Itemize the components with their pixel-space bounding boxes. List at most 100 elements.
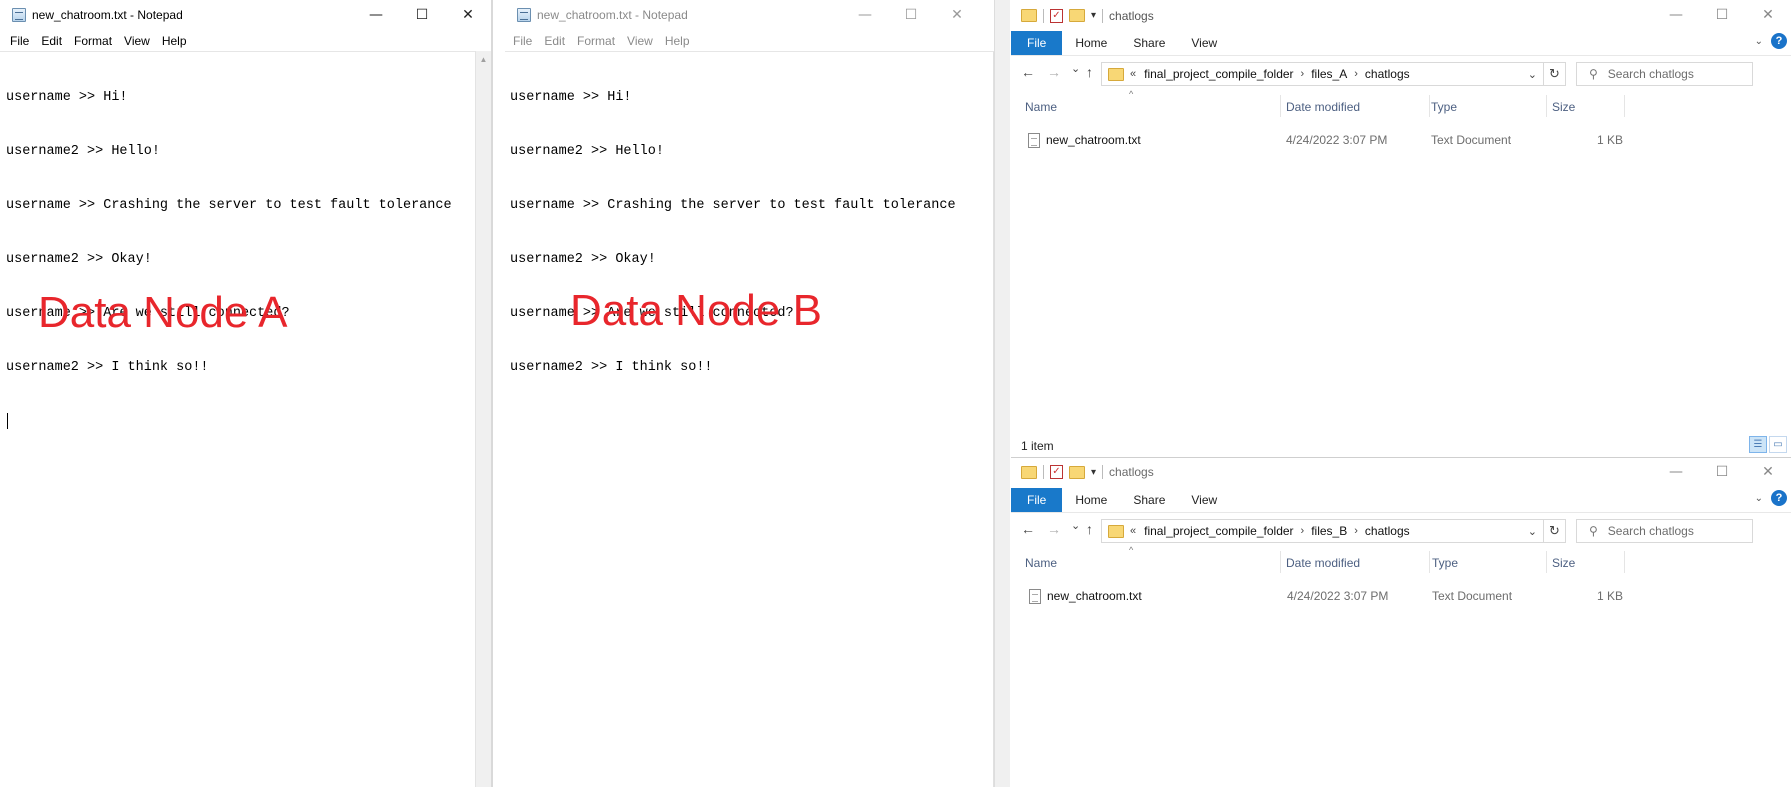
back-icon[interactable]: ← [1021,521,1035,537]
column-divider[interactable] [1429,551,1430,573]
overflow-icon[interactable]: « [1130,525,1136,537]
folder-icon[interactable] [1021,465,1037,479]
file-row[interactable]: new_chatroom.txt 4/24/2022 3:07 PM Text … [1011,585,1791,607]
close-button[interactable]: ✕ [934,0,980,30]
text-line: username2 >> Hello! [6,144,160,159]
text-editor[interactable]: username >> Hi! username2 >> Hello! user… [0,51,475,787]
tab-file[interactable]: File [1011,31,1063,55]
column-divider[interactable] [1624,551,1625,573]
minimize-button[interactable]: — [842,0,888,30]
breadcrumb-item[interactable]: chatlogs [1365,67,1410,81]
recent-locations-icon[interactable]: ⌄ [1071,519,1080,532]
tab-share[interactable]: Share [1120,31,1178,55]
close-button[interactable]: ✕ [445,0,491,30]
forward-icon[interactable]: → [1047,521,1061,537]
breadcrumb-item[interactable]: files_A [1311,67,1347,81]
text-editor[interactable]: username >> Hi! username2 >> Hello! user… [505,51,994,787]
overflow-icon[interactable]: « [1130,68,1136,80]
vertical-scrollbar[interactable]: ▲ [475,51,491,787]
tab-file[interactable]: File [1011,488,1063,512]
menu-help[interactable]: Help [659,34,696,48]
expand-ribbon-icon[interactable]: ⌄ [1755,493,1763,504]
notepad-app-icon[interactable] [517,8,531,22]
column-divider[interactable] [1624,95,1625,117]
back-icon[interactable]: ← [1021,64,1035,80]
menu-file[interactable]: File [507,34,538,48]
search-input[interactable]: ⚲ Search chatlogs [1576,519,1753,543]
chevron-right-icon[interactable]: › [1354,68,1358,80]
file-row[interactable]: new_chatroom.txt 4/24/2022 3:07 PM Text … [1011,129,1791,151]
new-folder-icon[interactable] [1069,9,1085,22]
menu-view[interactable]: View [621,34,659,48]
menu-file[interactable]: File [4,34,35,48]
large-icons-view-icon[interactable]: ▭ [1769,436,1787,453]
chevron-down-icon[interactable]: ⌄ [1528,525,1537,538]
file-name[interactable]: new_chatroom.txt [1029,585,1142,607]
column-divider[interactable] [1546,551,1547,573]
properties-icon[interactable]: ✓ [1050,8,1063,23]
maximize-button[interactable]: ☐ [399,0,445,30]
details-view-icon[interactable]: ☰ [1749,436,1767,453]
tab-home[interactable]: Home [1062,31,1120,55]
column-divider[interactable] [1429,95,1430,117]
help-icon[interactable]: ? [1771,490,1787,506]
breadcrumb-item[interactable]: final_project_compile_folder [1144,524,1293,538]
recent-locations-icon[interactable]: ⌄ [1071,62,1080,75]
column-size[interactable]: Size [1552,553,1575,573]
close-button[interactable]: ✕ [1745,0,1791,30]
chevron-right-icon[interactable]: › [1354,525,1358,537]
chevron-right-icon[interactable]: › [1301,68,1305,80]
file-name[interactable]: new_chatroom.txt [1028,129,1141,151]
refresh-button[interactable]: ↻ [1544,62,1566,86]
expand-ribbon-icon[interactable]: ⌄ [1755,36,1763,47]
menu-help[interactable]: Help [156,34,193,48]
tab-share[interactable]: Share [1120,488,1178,512]
column-divider[interactable] [1280,95,1281,117]
maximize-button[interactable]: ☐ [888,0,934,30]
chevron-down-icon[interactable]: ⌄ [1528,68,1537,81]
help-icon[interactable]: ? [1771,33,1787,49]
notepad-app-icon[interactable] [12,8,26,22]
new-folder-icon[interactable] [1069,465,1085,479]
menu-view[interactable]: View [118,34,156,48]
breadcrumb-item[interactable]: final_project_compile_folder [1144,67,1293,81]
column-divider[interactable] [1546,95,1547,117]
column-size[interactable]: Size [1552,97,1575,117]
menu-edit[interactable]: Edit [538,34,571,48]
tab-view[interactable]: View [1178,31,1230,55]
column-type[interactable]: Type [1432,553,1458,573]
menu-format[interactable]: Format [68,34,118,48]
minimize-button[interactable]: — [353,0,399,30]
minimize-button[interactable]: — [1653,0,1699,30]
column-name[interactable]: Name [1025,553,1057,573]
close-button[interactable]: ✕ [1745,458,1791,486]
search-input[interactable]: ⚲ Search chatlogs [1576,62,1753,86]
menu-edit[interactable]: Edit [35,34,68,48]
address-bar[interactable]: « final_project_compile_folder › files_A… [1101,62,1544,86]
maximize-button[interactable]: ☐ [1699,458,1745,486]
column-date-modified[interactable]: Date modified [1286,553,1360,573]
customize-toolbar-icon[interactable]: ▾ [1091,467,1096,478]
tab-home[interactable]: Home [1062,488,1120,512]
menu-format[interactable]: Format [571,34,621,48]
properties-icon[interactable]: ✓ [1050,465,1063,479]
column-date-modified[interactable]: Date modified [1286,97,1360,117]
chevron-right-icon[interactable]: › [1301,525,1305,537]
text-line: username2 >> Okay! [510,252,656,267]
forward-icon[interactable]: → [1047,64,1061,80]
up-icon[interactable]: ↑ [1086,521,1093,537]
refresh-button[interactable]: ↻ [1544,519,1566,543]
customize-toolbar-icon[interactable]: ▾ [1091,10,1096,21]
tab-view[interactable]: View [1178,488,1230,512]
breadcrumb-item[interactable]: chatlogs [1365,524,1410,538]
column-type[interactable]: Type [1431,97,1457,117]
maximize-button[interactable]: ☐ [1699,0,1745,30]
breadcrumb-item[interactable]: files_B [1311,524,1347,538]
address-bar[interactable]: « final_project_compile_folder › files_B… [1101,519,1544,543]
column-divider[interactable] [1280,551,1281,573]
scroll-up-icon[interactable]: ▲ [476,51,491,67]
minimize-button[interactable]: — [1653,458,1699,486]
up-icon[interactable]: ↑ [1086,64,1093,80]
column-name[interactable]: Name [1025,97,1057,117]
folder-icon[interactable] [1021,9,1037,22]
